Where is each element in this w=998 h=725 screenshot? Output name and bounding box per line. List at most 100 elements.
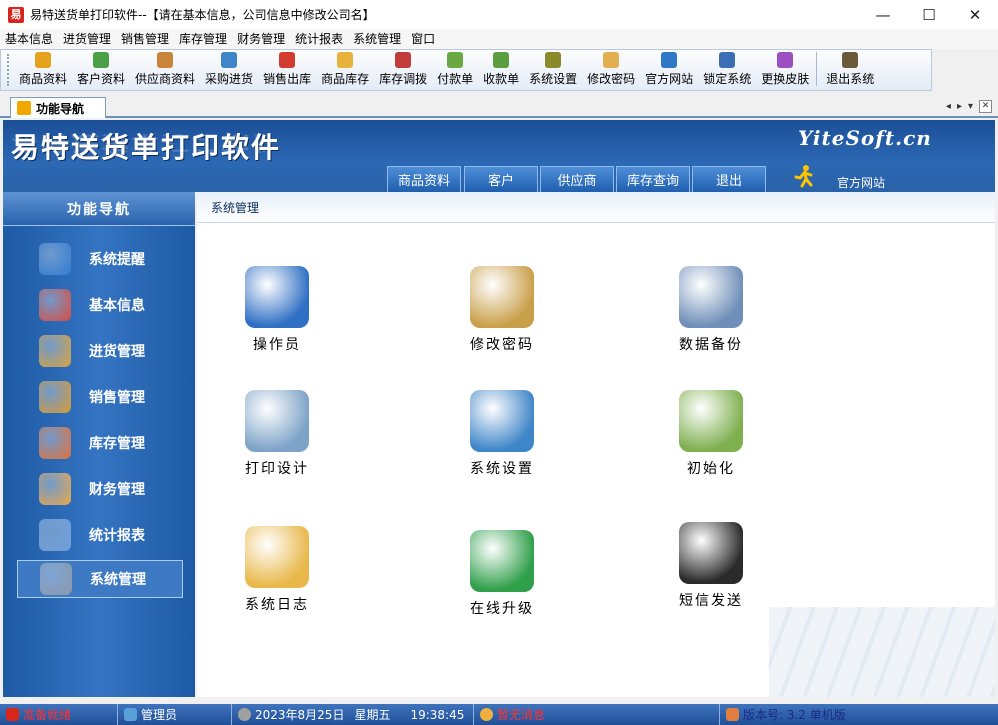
backup-icon	[679, 266, 743, 328]
stock-icon	[337, 52, 354, 68]
tile-initialize[interactable]: 初始化	[651, 390, 771, 478]
tile-data-backup[interactable]: 数据备份	[651, 266, 771, 354]
banner-tab-supplier[interactable]: 供应商	[540, 166, 614, 192]
tile-label: 在线升级	[470, 601, 534, 617]
tile-label: 系统日志	[245, 597, 309, 613]
transfer-icon	[395, 52, 412, 68]
nav-item-basic-info[interactable]: 基本信息	[17, 286, 183, 324]
tile-online-upgrade[interactable]: 在线升级	[442, 530, 562, 618]
gears-icon	[40, 563, 72, 595]
menu-window[interactable]: 窗口	[406, 29, 440, 49]
tile-print-design[interactable]: 打印设计	[217, 390, 337, 478]
toolbar-settings-button[interactable]: 系统设置	[524, 52, 582, 90]
left-nav-title: 功能导航	[3, 192, 195, 226]
nav-item-reports[interactable]: 统计报表	[17, 516, 183, 554]
tab-next-icon[interactable]: ▸	[957, 101, 962, 112]
menu-inventory[interactable]: 库存管理	[174, 29, 232, 49]
nav-item-finance[interactable]: 财务管理	[17, 470, 183, 508]
status-message-text: 暂无消息	[497, 708, 546, 722]
menu-basic-info[interactable]: 基本信息	[0, 29, 58, 49]
ie-icon	[661, 52, 678, 68]
toolbar-goods-button[interactable]: 商品资料	[14, 52, 72, 90]
house-icon	[726, 708, 739, 721]
status-weekday: 星期五	[354, 708, 391, 722]
system-settings-icon	[470, 390, 534, 452]
tile-label: 操作员	[253, 337, 301, 353]
person-icon	[480, 708, 493, 721]
menu-finance[interactable]: 财务管理	[232, 29, 290, 49]
receipt-icon	[493, 52, 510, 68]
nav-tab-icon	[17, 101, 31, 115]
status-bar: 准备就绪 管理员 2023年8月25日 星期五 19:38:45 暂无消息 版本号:…	[0, 704, 998, 725]
toolbar-stock-button[interactable]: 商品库存	[316, 52, 374, 90]
banner: 易特送货单打印软件 易特送货单打印软件 YiteSoft.cn 商品资料 客户 …	[3, 120, 995, 192]
toolbar-label: 收款单	[483, 72, 520, 86]
tile-operator[interactable]: 操作员	[217, 266, 337, 354]
status-date: 2023年8月25日	[255, 708, 345, 722]
minimize-button[interactable]: —	[860, 0, 906, 29]
chart-icon	[39, 519, 71, 551]
toolbar-purchase-button[interactable]: 采购进货	[200, 52, 258, 90]
tile-system-settings[interactable]: 系统设置	[442, 390, 562, 478]
toolbar-label: 客户资料	[77, 72, 126, 86]
toolbar-transfer-button[interactable]: 库存调拨	[374, 52, 432, 90]
toolbar-payment-button[interactable]: 付款单	[432, 52, 478, 90]
menu-reports[interactable]: 统计报表	[290, 29, 348, 49]
menu-system[interactable]: 系统管理	[348, 29, 406, 49]
toolbar-customer-button[interactable]: 客户资料	[72, 52, 130, 90]
official-site-link[interactable]: 官方网站	[837, 174, 885, 191]
main-content: 系统管理 操作员 修改密码 数据备份 打印设计 系统设置 初始化 系统日志 在线…	[197, 192, 995, 697]
banner-tab-exit[interactable]: 退出	[692, 166, 766, 192]
customer-icon	[93, 52, 110, 68]
toolbar-password-button[interactable]: 修改密码	[582, 52, 640, 90]
banner-tab-goods[interactable]: 商品资料	[387, 166, 461, 192]
nav-item-purchase[interactable]: 进货管理	[17, 332, 183, 370]
toolbar-lock-button[interactable]: 锁定系统	[698, 52, 756, 90]
status-version-text: 版本号: 3.2 单机版	[743, 708, 846, 722]
lock-icon	[719, 52, 736, 68]
toolbar-receipt-button[interactable]: 收款单	[478, 52, 524, 90]
tab-strip: 功能导航 ◂ ▸ ▾ ✕	[0, 94, 998, 118]
title-bar: 易 易特送货单打印软件--【请在基本信息，公司信息中修改公司名】 — ☐ ✕	[0, 0, 998, 29]
toolbar-supplier-button[interactable]: 供应商资料	[130, 52, 200, 90]
nav-item-label: 销售管理	[89, 390, 145, 406]
toolbar-skin-button[interactable]: 更换皮肤	[756, 52, 814, 90]
nav-item-system-management[interactable]: 系统管理	[17, 560, 183, 598]
maximize-button[interactable]: ☐	[906, 0, 952, 29]
operator-icon	[245, 266, 309, 328]
nav-item-label: 系统提醒	[89, 252, 145, 268]
sales-icon	[279, 52, 296, 68]
tab-label: 功能导航	[36, 101, 85, 116]
banner-tab-customer[interactable]: 客户	[464, 166, 538, 192]
tab-close-icon[interactable]: ✕	[979, 100, 992, 113]
nav-item-inventory[interactable]: 库存管理	[17, 424, 183, 462]
app-icon: 易	[8, 6, 24, 23]
finance-icon	[39, 473, 71, 505]
nav-item-sales[interactable]: 销售管理	[17, 378, 183, 416]
close-button[interactable]: ✕	[952, 0, 998, 29]
banner-tab-stock-query[interactable]: 库存查询	[616, 166, 690, 192]
toolbar-label: 锁定系统	[703, 72, 752, 86]
running-man-icon[interactable]	[793, 164, 815, 188]
nav-item-system-reminder[interactable]: 系统提醒	[17, 240, 183, 278]
tab-function-nav[interactable]: 功能导航	[10, 97, 106, 118]
toolbar-website-button[interactable]: 官方网站	[640, 52, 698, 90]
menu-purchase[interactable]: 进货管理	[58, 29, 116, 49]
tile-change-password[interactable]: 修改密码	[442, 266, 562, 354]
tile-system-log[interactable]: 系统日志	[217, 526, 337, 614]
tile-sms-send[interactable]: 短信发送	[651, 522, 771, 610]
status-ready-text: 准备就绪	[23, 708, 72, 722]
tab-menu-icon[interactable]: ▾	[968, 101, 973, 112]
toolbar-grip[interactable]	[7, 54, 10, 86]
toolbar-sales-button[interactable]: 销售出库	[258, 52, 316, 90]
toolbar-label: 退出系统	[826, 72, 875, 86]
sms-icon	[679, 522, 743, 584]
info-icon	[39, 243, 71, 275]
users-icon	[124, 708, 137, 721]
menu-sales[interactable]: 销售管理	[116, 29, 174, 49]
nav-item-label: 基本信息	[89, 298, 145, 314]
toolbar-label: 系统设置	[529, 72, 578, 86]
toolbar-label: 库存调拨	[379, 72, 428, 86]
tab-prev-icon[interactable]: ◂	[946, 101, 951, 112]
toolbar-exit-button[interactable]: 退出系统	[821, 52, 879, 90]
